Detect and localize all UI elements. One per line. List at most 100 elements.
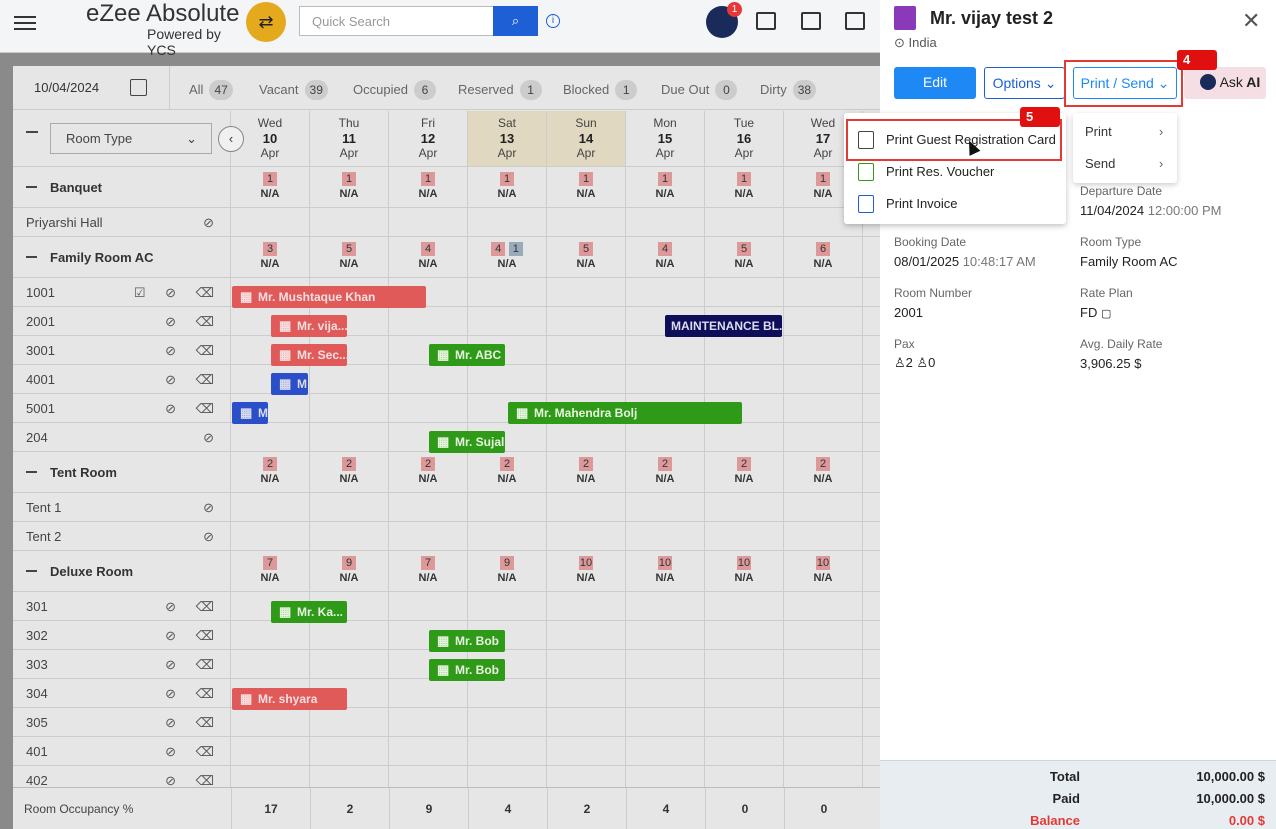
room-cell[interactable] [310,365,389,393]
room-cell[interactable] [626,708,705,736]
availability-cell[interactable]: 5 N/A [547,237,626,277]
room-cell[interactable] [705,522,784,550]
options-button[interactable]: Options ⌄ [984,67,1065,99]
availability-cell[interactable]: 7 N/A [389,551,468,591]
collapse-icon[interactable] [26,186,37,188]
availability-cell[interactable]: 5 N/A [310,237,389,277]
room-cell[interactable] [547,278,626,306]
room-cell[interactable] [547,592,626,620]
room-cell[interactable] [310,423,389,451]
room-cell[interactable] [705,592,784,620]
availability-cell[interactable]: 4 N/A [626,237,705,277]
room-cell[interactable] [784,679,863,707]
ask-ai-button[interactable]: Ask AI [1184,67,1266,99]
room-cell[interactable] [784,365,863,393]
room-cell[interactable] [468,208,547,236]
collapse-icon[interactable] [26,131,38,133]
room-cell[interactable] [310,522,389,550]
room-cell[interactable] [231,522,310,550]
availability-cell[interactable]: 2 N/A [231,452,310,492]
edit-button[interactable]: Edit [894,67,976,99]
room-cell[interactable] [547,365,626,393]
availability-cell[interactable]: 1 N/A [468,167,547,207]
menu-print[interactable]: Print [1085,124,1112,139]
booking-bar[interactable]: Mr. Mushtaque Khan [232,286,426,308]
room-status-icon[interactable]: ⊘ ⌫ [165,372,222,388]
room-cell[interactable] [231,737,310,765]
room-cell[interactable] [389,522,468,550]
availability-cell[interactable]: 1 N/A [389,167,468,207]
booking-bar[interactable]: Mr. Ka... [271,601,347,623]
current-date[interactable]: 10/04/2024 [34,80,99,95]
room-cell[interactable] [626,493,705,521]
shuffle-icon[interactable]: ⇄ [246,2,286,42]
room-cell[interactable] [784,592,863,620]
availability-cell[interactable]: 2 N/A [468,452,547,492]
room-status-icon[interactable]: ⊘ ⌫ [165,599,222,615]
room-cell[interactable] [231,650,310,678]
room-cell[interactable] [547,423,626,451]
menu-print-invoice[interactable]: Print Invoice [886,196,958,211]
availability-cell[interactable]: 10 N/A [626,551,705,591]
booking-bar[interactable]: Mr. vija... [271,315,347,337]
room-cell[interactable] [784,423,863,451]
room-status-icon[interactable]: ⊘ [203,215,222,231]
calendar-icon[interactable] [845,12,865,30]
room-cell[interactable] [468,522,547,550]
availability-cell[interactable]: 1 N/A [547,167,626,207]
availability-cell[interactable]: 7 N/A [231,551,310,591]
room-cell[interactable] [389,592,468,620]
room-cell[interactable] [231,621,310,649]
room-status-icon[interactable]: ⊘ ⌫ [165,657,222,673]
room-status-icon[interactable]: ⊘ ⌫ [165,744,222,760]
room-status-icon[interactable]: ⊘ [203,500,222,516]
availability-cell[interactable]: 2 N/A [389,452,468,492]
filter-blocked[interactable]: Blocked 1 [563,80,638,100]
room-cell[interactable] [468,493,547,521]
availability-cell[interactable]: 2 N/A [626,452,705,492]
availability-cell[interactable]: 2 N/A [784,452,863,492]
booking-bar[interactable]: Mr. Sujal [429,431,505,453]
room-cell[interactable] [310,208,389,236]
availability-cell[interactable]: 9 N/A [468,551,547,591]
room-cell[interactable] [705,278,784,306]
app-logo[interactable]: eZee Absolute Powered by YCS [50,0,246,58]
room-cell[interactable] [547,621,626,649]
room-cell[interactable] [389,365,468,393]
availability-cell[interactable]: 2 N/A [705,452,784,492]
availability-cell[interactable]: 2 N/A [310,452,389,492]
room-status-icon[interactable]: ⊘ ⌫ [165,686,222,702]
room-cell[interactable] [547,522,626,550]
room-cell[interactable] [626,650,705,678]
room-cell[interactable] [626,336,705,364]
filter-occupied[interactable]: Occupied 6 [353,80,436,100]
menu-send[interactable]: Send [1085,156,1115,171]
calendar-icon[interactable] [130,79,147,96]
room-cell[interactable] [784,278,863,306]
booking-bar[interactable]: Mr. shyara [232,688,347,710]
room-cell[interactable] [389,307,468,335]
room-cell[interactable] [547,307,626,335]
room-cell[interactable] [705,208,784,236]
close-icon[interactable]: ✕ [1242,8,1260,34]
booking-bar[interactable]: Mr. Sec... [271,344,347,366]
room-cell[interactable] [784,493,863,521]
room-cell[interactable] [626,522,705,550]
room-status-icon[interactable]: ⊘ [203,430,222,446]
collapse-icon[interactable] [26,570,37,572]
room-status-icon[interactable]: ☑ ⊘ ⌫ [134,285,222,301]
booking-bar[interactable]: Mr. Bob [429,630,505,652]
room-cell[interactable] [389,737,468,765]
room-cell[interactable] [389,208,468,236]
room-cell[interactable] [231,708,310,736]
filter-reserved[interactable]: Reserved 1 [458,80,542,100]
search-button[interactable]: ⌕ [493,6,538,36]
filter-vacant[interactable]: Vacant 39 [259,80,328,100]
room-cell[interactable] [784,708,863,736]
booking-bar[interactable]: M [232,402,268,424]
room-cell[interactable] [705,336,784,364]
availability-cell[interactable]: 1 N/A [310,167,389,207]
room-status-icon[interactable]: ⊘ ⌫ [165,401,222,417]
booking-bar[interactable]: M [271,373,308,395]
room-cell[interactable] [547,493,626,521]
